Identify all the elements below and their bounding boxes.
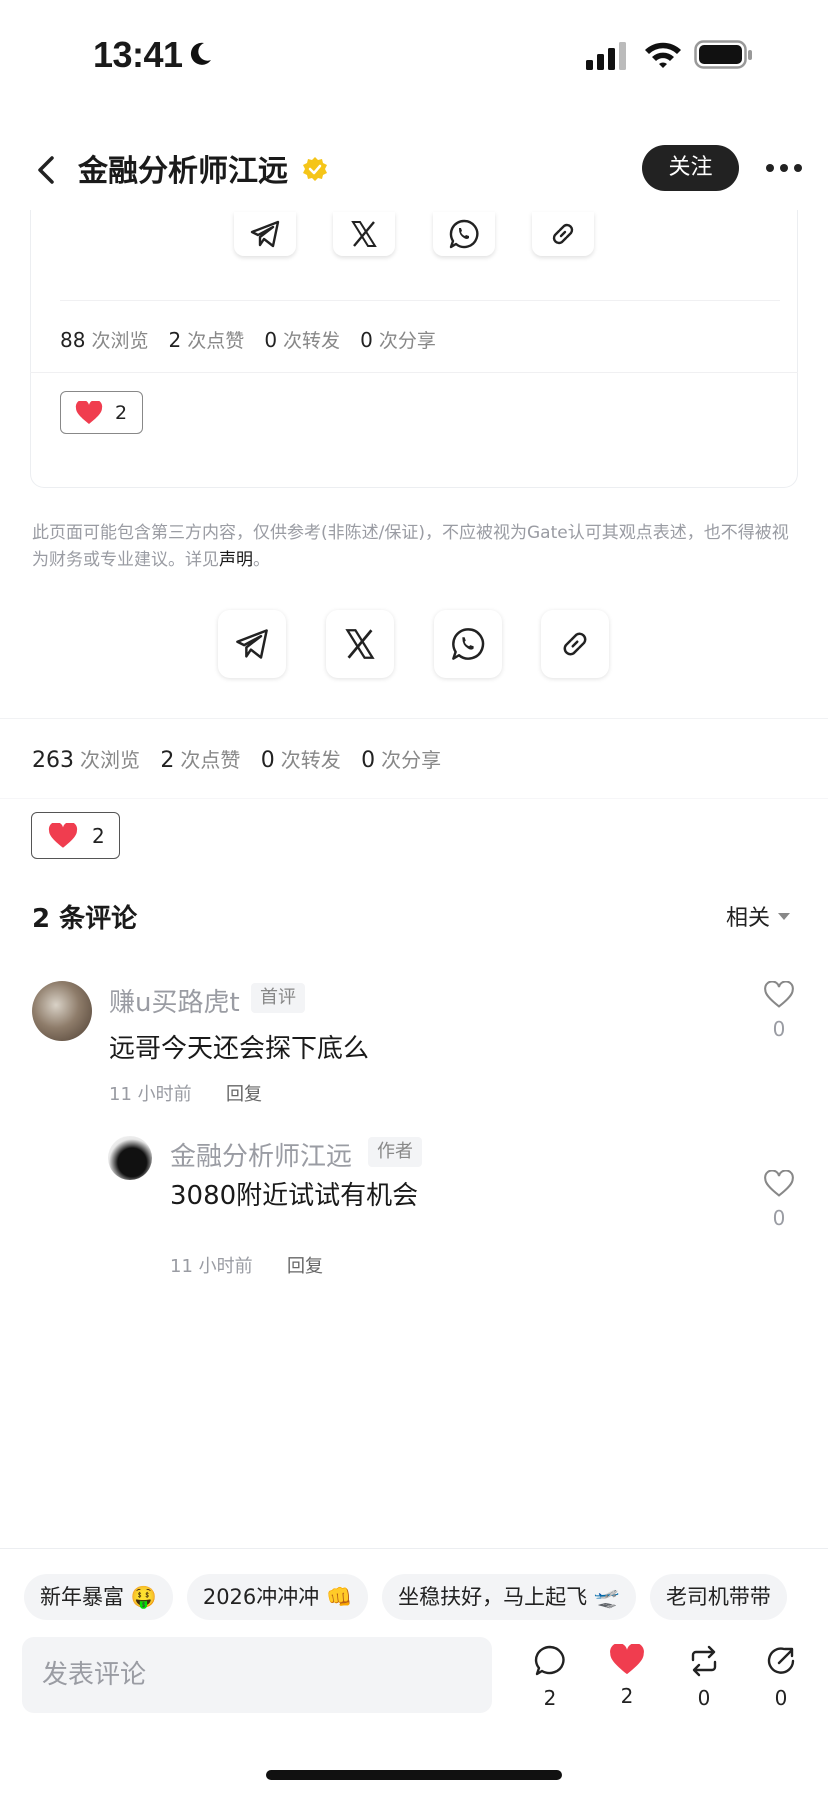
post-stats: 263 次浏览 2 次点赞 0 次转发 0 次分享 [32, 748, 442, 773]
share-action-button[interactable]: 0 [757, 1644, 805, 1710]
back-arrow-icon[interactable] [30, 150, 66, 190]
telegram-share-button[interactable] [218, 610, 286, 678]
embedded-telegram-share-button[interactable] [234, 212, 296, 256]
quick-reply-chip[interactable]: 新年暴富 🤑 [24, 1574, 173, 1620]
like-count: 2 [92, 823, 105, 848]
embedded-stats: 88 次浏览 2 次点赞 0 次转发 0 次分享 [60, 328, 436, 352]
quick-reply-chip[interactable]: 坐稳扶好，马上起飞 🛫 [382, 1574, 636, 1620]
battery-icon [694, 40, 752, 69]
disclaimer: 此页面可能包含第三方内容，仅供参考(非陈述/保证)，不应被视为Gate认可其观点… [32, 523, 789, 570]
moon-icon [190, 42, 211, 65]
caret-down-icon [778, 912, 791, 920]
divider [60, 300, 780, 301]
post-like-chip[interactable]: 2 [31, 812, 120, 859]
link-icon [563, 632, 587, 656]
first-comment-tag: 首评 [251, 983, 305, 1013]
author-tag: 作者 [368, 1137, 422, 1167]
quick-reply-chip[interactable]: 老司机带带 [649, 1574, 787, 1620]
telegram-icon [250, 220, 280, 248]
x-share-button[interactable] [326, 610, 394, 678]
telegram-icon [236, 629, 268, 659]
comment-text: 远哥今天还会探下底么 [109, 1034, 370, 1064]
like-action-button[interactable]: 2 [603, 1643, 651, 1708]
comments-count: 2 条评论 [32, 904, 138, 934]
repost-icon [691, 1645, 717, 1677]
comment-bubble-icon [534, 1645, 565, 1676]
wifi-icon [645, 42, 681, 68]
comment-text: 3080附近试试有机会 [170, 1181, 419, 1211]
heart-outline-icon [764, 1169, 794, 1197]
share-count: 0 [774, 1686, 788, 1710]
whatsapp-icon [452, 628, 485, 660]
comment-time: 11 小时前 [109, 1084, 192, 1105]
link-icon [552, 223, 574, 245]
comment-username[interactable]: 金融分析师江远 [170, 1136, 352, 1173]
top-nav-bar: 金融分析师江远 关注 [0, 130, 828, 210]
comment-username[interactable]: 赚u买路虎t [109, 982, 240, 1019]
divider [30, 372, 798, 373]
comment-like-button[interactable]: 0 [759, 980, 799, 1041]
repost-count: 0 [697, 1686, 711, 1710]
like-count: 2 [620, 1684, 634, 1708]
comment-count: 2 [543, 1686, 557, 1710]
share-icon [767, 1647, 795, 1674]
avatar[interactable] [32, 981, 92, 1041]
status-bar: 13:41 [0, 0, 828, 110]
status-time: 13:41 [93, 34, 183, 75]
quick-reply-chip[interactable]: 2026冲冲冲 👊 [186, 1574, 369, 1620]
heart-outline-icon [764, 980, 794, 1008]
comment-like-button[interactable]: 0 [759, 1169, 799, 1230]
follow-button[interactable]: 关注 [642, 145, 739, 191]
quick-reply-chips: 新年暴富 🤑 2026冲冲冲 👊 坐稳扶好，马上起飞 🛫 老司机带带 [24, 1574, 801, 1620]
comment-like-count: 0 [772, 1206, 786, 1230]
sort-label: 相关 [726, 906, 771, 931]
x-icon [351, 221, 377, 247]
like-count: 2 [115, 401, 128, 424]
comment-input[interactable]: 发表评论 [22, 1637, 492, 1713]
cellular-signal-icon [586, 42, 626, 70]
heart-icon [75, 400, 103, 424]
embedded-whatsapp-share-button[interactable] [433, 212, 495, 256]
heart-icon [610, 1643, 644, 1675]
embedded-like-chip[interactable]: 2 [60, 391, 143, 434]
heart-icon [48, 822, 78, 848]
embedded-copy-link-button[interactable] [532, 212, 594, 256]
copy-link-button[interactable] [541, 610, 609, 678]
more-options-icon[interactable] [766, 164, 806, 176]
author-name[interactable]: 金融分析师江远 [78, 146, 288, 190]
verified-badge-icon [303, 157, 327, 181]
comment-time: 11 小时前 [170, 1256, 253, 1277]
comment-sort-dropdown[interactable]: 相关 [726, 900, 791, 932]
whatsapp-share-button[interactable] [434, 610, 502, 678]
divider [0, 798, 828, 799]
whatsapp-icon [449, 219, 479, 249]
avatar[interactable] [108, 1136, 152, 1180]
reply-button[interactable]: 回复 [287, 1252, 323, 1278]
reply-button[interactable]: 回复 [226, 1080, 262, 1106]
comment-action-button[interactable]: 2 [526, 1644, 574, 1710]
divider [0, 718, 828, 719]
embedded-x-share-button[interactable] [333, 212, 395, 256]
x-icon [345, 629, 375, 659]
disclaimer-link[interactable]: 声明 [219, 550, 253, 570]
comment-like-count: 0 [772, 1017, 786, 1041]
repost-action-button[interactable]: 0 [680, 1644, 728, 1710]
home-indicator [266, 1770, 562, 1780]
